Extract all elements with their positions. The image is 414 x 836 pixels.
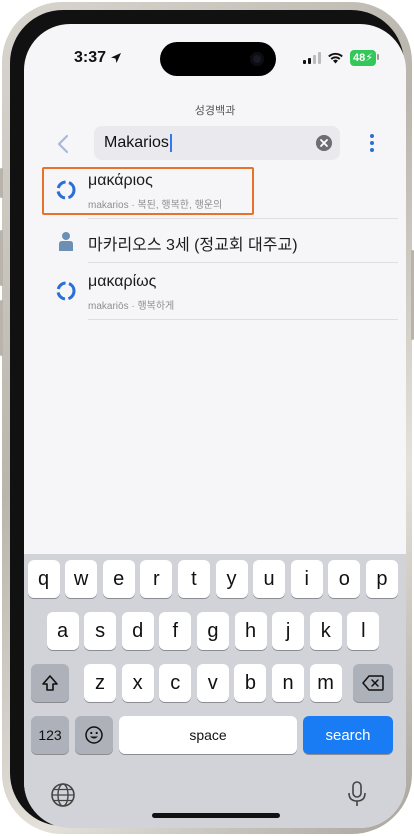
key-w[interactable]: w: [65, 560, 98, 598]
key-t[interactable]: t: [177, 560, 210, 598]
screen: 3:37 48⚡ 성경백과 Makarios μακάριος makarios…: [24, 24, 406, 828]
globe-icon[interactable]: [50, 782, 76, 808]
result-title: μακαρίως: [88, 273, 157, 290]
key-y[interactable]: y: [215, 560, 248, 598]
space-key[interactable]: space: [119, 716, 297, 754]
key-k[interactable]: k: [309, 612, 342, 650]
key-b[interactable]: b: [234, 664, 267, 702]
key-s[interactable]: s: [84, 612, 117, 650]
battery-icon: 48⚡: [350, 50, 379, 66]
text-cursor: [169, 134, 172, 152]
status-bar: 3:37 48⚡: [24, 24, 406, 84]
search-value: Makarios: [104, 134, 169, 152]
key-d[interactable]: d: [121, 612, 154, 650]
selection-highlight: [42, 167, 254, 215]
volume-down-button: [0, 300, 3, 356]
keyboard: qwertyuiop asdfghjkl zxcvbnm 123 space s…: [24, 554, 406, 828]
key-z[interactable]: z: [84, 664, 116, 702]
backspace-icon: [362, 675, 384, 691]
phone-bezel: 3:37 48⚡ 성경백과 Makarios μακάριος makarios…: [10, 10, 406, 828]
battery-level: 48: [353, 52, 366, 64]
shift-icon: [42, 675, 58, 691]
key-l[interactable]: l: [347, 612, 380, 650]
volume-up-button: [0, 230, 3, 286]
key-n[interactable]: n: [272, 664, 304, 702]
phone-frame: 3:37 48⚡ 성경백과 Makarios μακάριος makarios…: [2, 2, 412, 834]
microphone-icon[interactable]: [346, 780, 368, 808]
key-p[interactable]: p: [365, 560, 398, 598]
lexicon-icon: [56, 281, 76, 301]
more-options-icon[interactable]: [362, 131, 382, 155]
shift-key[interactable]: [31, 664, 69, 702]
clear-search-icon[interactable]: [316, 135, 332, 151]
action-button: [0, 168, 3, 198]
page-title: 성경백과: [194, 105, 236, 117]
status-time: 3:37: [74, 49, 122, 67]
key-e[interactable]: e: [102, 560, 135, 598]
cellular-signal-icon: [303, 52, 322, 64]
key-j[interactable]: j: [272, 612, 305, 650]
wifi-icon: [328, 52, 343, 64]
backspace-key[interactable]: [353, 664, 393, 702]
person-icon: [59, 232, 73, 251]
clock: 3:37: [74, 49, 107, 66]
key-g[interactable]: g: [196, 612, 229, 650]
emoji-key[interactable]: [75, 716, 113, 754]
key-f[interactable]: f: [159, 612, 192, 650]
camera-icon: [250, 52, 264, 66]
key-u[interactable]: u: [253, 560, 286, 598]
divider: [88, 319, 398, 320]
key-a[interactable]: a: [46, 612, 79, 650]
key-i[interactable]: i: [290, 560, 323, 598]
search-key[interactable]: search: [303, 716, 393, 754]
search-input[interactable]: Makarios: [94, 126, 340, 160]
key-q[interactable]: q: [27, 560, 60, 598]
key-o[interactable]: o: [328, 560, 361, 598]
numbers-key[interactable]: 123: [31, 716, 69, 754]
result-subtitle: makariōs · 행복하게: [88, 301, 175, 312]
list-item[interactable]: 마카리오스 3세 (정교회 대주교): [38, 219, 406, 261]
key-r[interactable]: r: [140, 560, 173, 598]
key-h[interactable]: h: [234, 612, 267, 650]
emoji-icon: [85, 726, 103, 744]
key-m[interactable]: m: [309, 664, 342, 702]
key-c[interactable]: c: [159, 664, 192, 702]
result-title: 마카리오스 3세 (정교회 대주교): [88, 237, 298, 254]
list-item[interactable]: μακαρίως makariōs · 행복하게: [38, 263, 406, 319]
back-chevron-icon[interactable]: [52, 132, 76, 156]
status-indicators: 48⚡: [303, 50, 379, 66]
dynamic-island: [160, 42, 276, 76]
home-indicator: [152, 813, 280, 818]
key-v[interactable]: v: [196, 664, 229, 702]
search-input-text[interactable]: Makarios: [104, 134, 172, 152]
key-x[interactable]: x: [121, 664, 154, 702]
location-arrow-icon: [111, 53, 122, 63]
